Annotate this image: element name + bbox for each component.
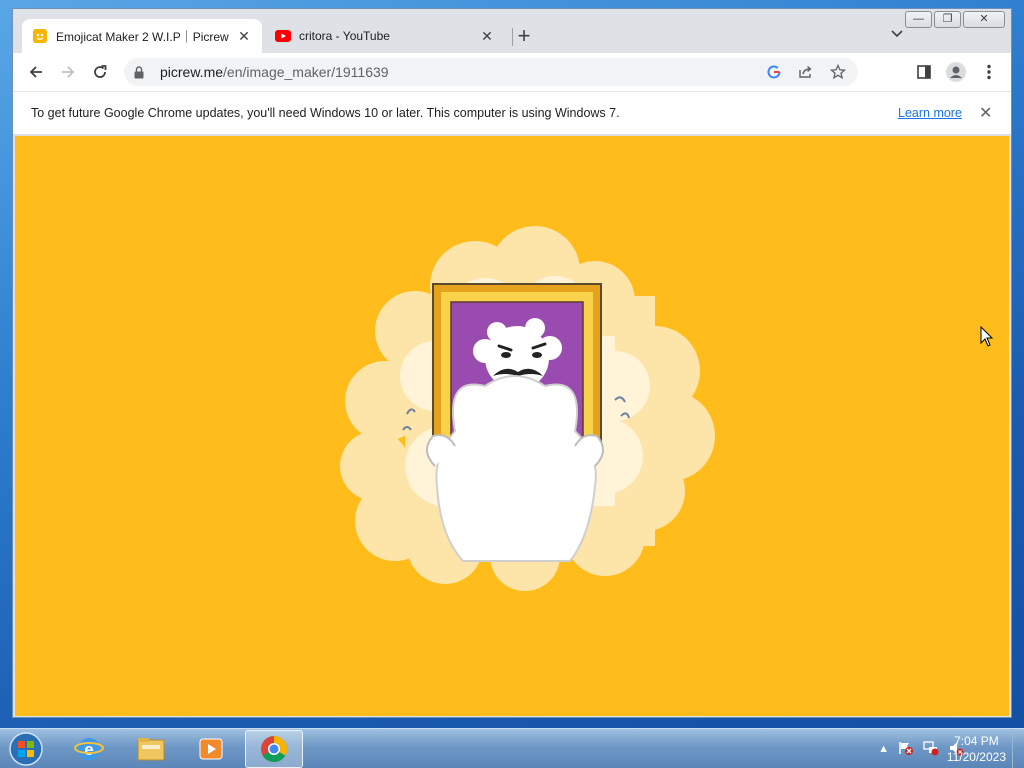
new-tab-button[interactable]: + xyxy=(513,25,535,47)
reload-icon[interactable] xyxy=(88,60,112,84)
media-player-icon[interactable] xyxy=(182,730,240,768)
menu-kebab-icon[interactable] xyxy=(977,60,1001,84)
learn-more-link[interactable]: Learn more xyxy=(898,106,962,120)
chrome-window: Emojicat Maker 2 W.I.P｜Picrew ✕ critora … xyxy=(12,8,1012,718)
bookmark-star-icon[interactable] xyxy=(826,62,850,82)
tab-title: Emojicat Maker 2 W.I.P｜Picrew xyxy=(56,29,229,44)
tab-title: critora - YouTube xyxy=(299,29,390,43)
clock-time: 7:04 PM xyxy=(954,734,999,748)
profile-avatar-icon[interactable] xyxy=(944,60,968,84)
url-path: /en/image_maker/1911639 xyxy=(223,64,389,80)
picrew-icon xyxy=(32,28,48,44)
address-bar[interactable]: picrew.me/en/image_maker/1911639 xyxy=(124,58,858,86)
action-center-icon[interactable] xyxy=(898,740,914,759)
show-desktop-button[interactable] xyxy=(1012,729,1024,768)
internet-explorer-icon[interactable]: e xyxy=(60,730,118,768)
loading-illustration xyxy=(340,226,715,591)
side-panel-icon[interactable] xyxy=(912,60,936,84)
browser-toolbar: picrew.me/en/image_maker/1911639 xyxy=(13,53,1011,91)
chrome-icon[interactable] xyxy=(245,730,303,768)
minimize-button[interactable]: — xyxy=(905,11,932,28)
tray-expand-icon[interactable]: ▲ xyxy=(878,743,889,755)
lock-icon[interactable] xyxy=(134,65,148,79)
omnibox-actions xyxy=(754,62,850,82)
forward-icon[interactable] xyxy=(56,60,80,84)
page-content xyxy=(15,136,1009,716)
close-infobar-icon[interactable]: ✕ xyxy=(979,103,992,123)
network-icon[interactable] xyxy=(923,740,939,759)
back-icon[interactable] xyxy=(24,60,48,84)
tab-youtube[interactable]: critora - YouTube ✕ xyxy=(265,19,505,53)
tab-strip: Emojicat Maker 2 W.I.P｜Picrew ✕ critora … xyxy=(13,9,1011,53)
start-button[interactable] xyxy=(6,731,46,767)
file-explorer-icon[interactable] xyxy=(122,730,180,768)
url-text: picrew.me/en/image_maker/1911639 xyxy=(160,64,389,80)
youtube-icon xyxy=(275,28,291,44)
tab-search-icon[interactable] xyxy=(891,27,903,41)
mouse-cursor-icon xyxy=(980,326,994,347)
window-controls: — ❐ ✕ xyxy=(903,11,1005,28)
taskbar-clock[interactable]: 7:04 PM 11/20/2023 xyxy=(947,733,1006,765)
clock-date: 11/20/2023 xyxy=(946,750,1006,764)
share-icon[interactable] xyxy=(794,62,818,82)
google-lens-icon[interactable] xyxy=(762,62,786,82)
update-infobar: To get future Google Chrome updates, you… xyxy=(13,91,1011,135)
close-window-button[interactable]: ✕ xyxy=(963,11,1005,28)
taskbar: e ▲ 7:04 PM 11/20/2023 xyxy=(0,728,1024,768)
maximize-button[interactable]: ❐ xyxy=(934,11,961,28)
tab-picrew[interactable]: Emojicat Maker 2 W.I.P｜Picrew ✕ xyxy=(22,19,262,53)
close-tab-icon[interactable]: ✕ xyxy=(236,28,252,44)
close-tab-icon[interactable]: ✕ xyxy=(479,28,495,44)
infobar-message: To get future Google Chrome updates, you… xyxy=(31,106,620,120)
url-host: picrew.me xyxy=(160,64,224,80)
